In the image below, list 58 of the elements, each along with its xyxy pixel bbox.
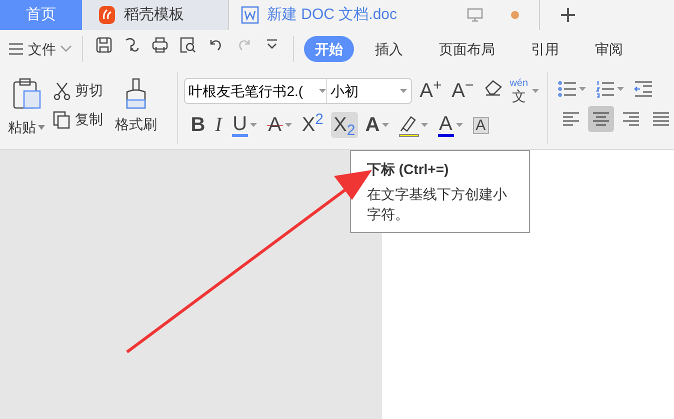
- bullet-list-icon: [558, 80, 577, 98]
- window-tab[interactable]: 稻壳模板: [82, 0, 228, 30]
- outline-button[interactable]: A: [362, 112, 392, 138]
- outdent-icon: [634, 80, 653, 98]
- numbered-list-icon: [596, 80, 615, 98]
- ribbon-tab[interactable]: 页面布局: [428, 36, 506, 62]
- print-icon: [151, 36, 169, 54]
- italic-button[interactable]: I: [212, 112, 225, 138]
- underline-button[interactable]: U: [228, 112, 260, 138]
- shrink-font-button[interactable]: A$^{−}$: [450, 81, 476, 101]
- caret-icon: [318, 89, 326, 93]
- shade-button[interactable]: A: [470, 112, 492, 138]
- tooltip-text: 在文字基线下方创建小字符。: [367, 185, 508, 224]
- file-menu-button[interactable]: 文件: [8, 38, 72, 60]
- decrease-indent-button[interactable]: [634, 80, 653, 98]
- print-preview-icon: [179, 36, 197, 54]
- paste-button[interactable]: 粘贴: [8, 78, 45, 149]
- ribbon-tab[interactable]: 引用: [520, 36, 570, 62]
- monitor-icon: [467, 8, 483, 22]
- caret-icon: [250, 123, 257, 127]
- paint-brush-icon: [124, 78, 148, 110]
- plus-icon: [560, 7, 576, 23]
- grow-font-button[interactable]: A$^{+}$: [418, 81, 444, 101]
- color-button[interactable]: A: [434, 112, 466, 138]
- menu-icon: [8, 42, 24, 56]
- pinyin-button[interactable]: wén 文: [510, 79, 540, 103]
- font-size-dropdown[interactable]: 小初: [326, 79, 411, 103]
- clipboard-icon: [12, 78, 42, 110]
- ribbon-tab[interactable]: 插入: [364, 36, 414, 62]
- bullet-list-button[interactable]: [558, 80, 586, 98]
- subscript-button[interactable]: X$_{2}$: [330, 112, 358, 138]
- chevron-down-icon: [60, 45, 72, 53]
- ribbon-tab[interactable]: 审阅: [584, 36, 634, 62]
- flame-logo-icon: [98, 5, 116, 25]
- copy-icon: [53, 110, 71, 128]
- caret-icon: [420, 123, 428, 127]
- caret-icon: [532, 89, 540, 93]
- caret-icon: [38, 125, 45, 130]
- caret-icon: [579, 87, 586, 91]
- save-icon: [95, 36, 113, 54]
- font-name-dropdown[interactable]: 叶根友毛笔行书2.(: [184, 79, 327, 103]
- highlighter-pen-icon: [398, 114, 419, 134]
- scissors-icon: [53, 82, 71, 100]
- caret-icon: [400, 89, 407, 93]
- word-document-icon: [241, 6, 259, 24]
- caret-icon: [456, 123, 463, 127]
- superscript-button[interactable]: X$^{2}$: [298, 112, 326, 138]
- numbered-list-button[interactable]: [596, 80, 624, 98]
- copy-button[interactable]: 复制: [53, 109, 103, 130]
- cut-button[interactable]: 剪切: [53, 80, 103, 101]
- align-center-button[interactable]: [588, 106, 614, 132]
- caret-icon: [617, 87, 624, 91]
- tooltip-title: 下标 (Ctrl+=): [367, 160, 450, 179]
- caret-icon: [382, 123, 389, 127]
- bold-button[interactable]: B: [188, 112, 208, 138]
- format-painter-button[interactable]: 格式刷: [115, 78, 157, 149]
- caret-icon: [284, 123, 292, 127]
- format-painter-icon: [123, 36, 141, 54]
